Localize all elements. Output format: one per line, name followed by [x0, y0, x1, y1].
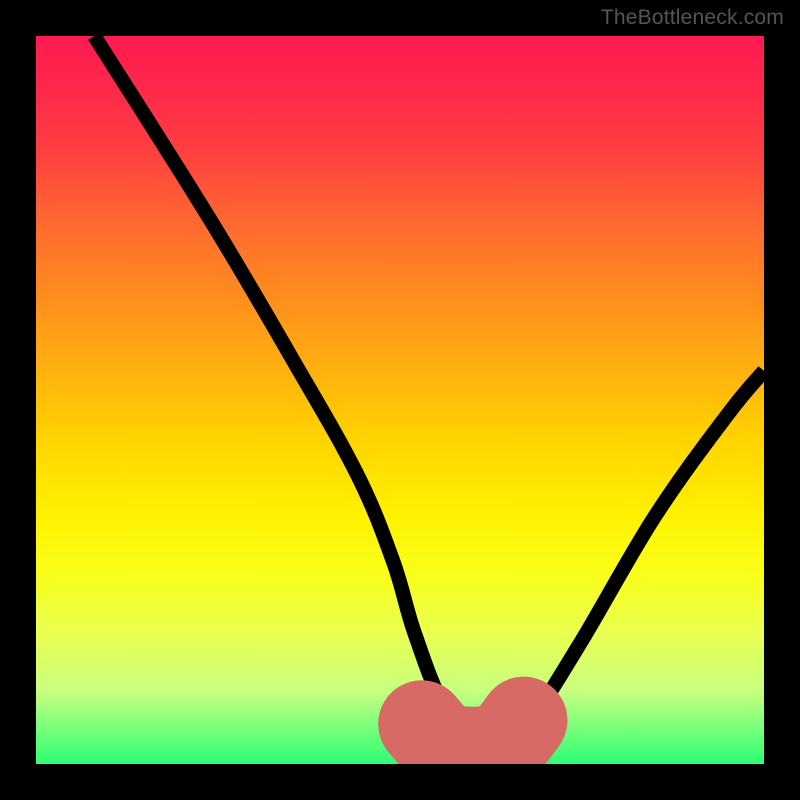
highlight-hump-path — [422, 720, 524, 750]
main-curve-path — [94, 36, 764, 754]
plot-area — [36, 36, 764, 764]
chart-svg — [36, 36, 764, 764]
watermark-text: TheBottleneck.com — [601, 6, 784, 30]
